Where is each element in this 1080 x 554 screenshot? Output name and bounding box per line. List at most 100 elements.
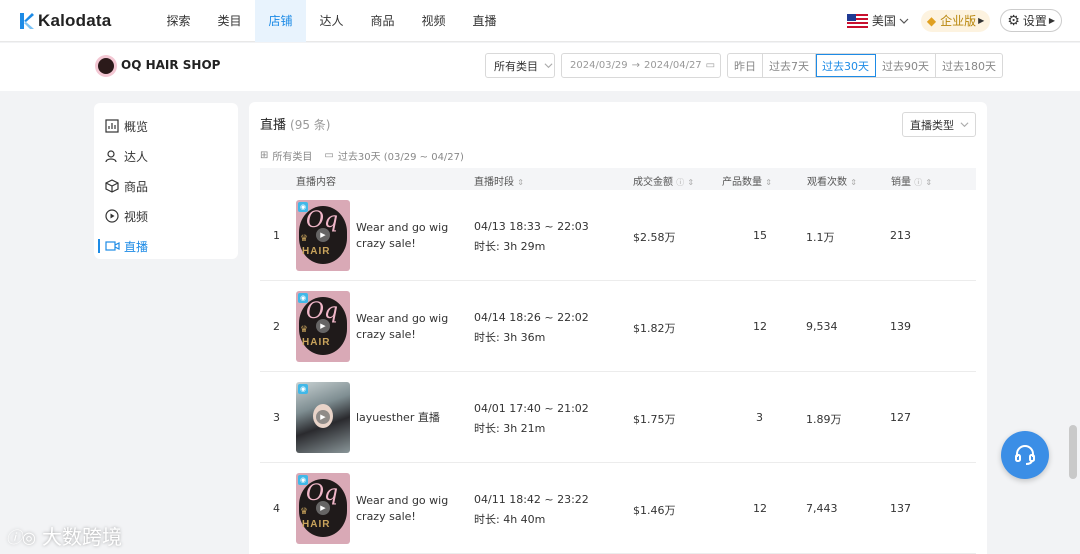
header-time[interactable]: 直播时段 ⇕: [474, 173, 524, 188]
crown-icon: ♛: [300, 507, 309, 517]
sidebar-item-creator[interactable]: 达人: [94, 141, 238, 171]
live-thumbnail[interactable]: ◉ ▶: [296, 382, 350, 453]
enterprise-button[interactable]: ◆ 企业版 ▶: [920, 9, 991, 32]
header-sales[interactable]: 销量 ⓘ ⇕: [891, 173, 932, 188]
table-row[interactable]: 3 ◉ ▶ layuesther 直播 04/01 17:40 ~ 21:02 …: [260, 372, 976, 463]
sidebar-item-label: 达人: [124, 149, 149, 164]
caret-right-icon: ▶: [978, 16, 985, 25]
sales-count: 137: [890, 502, 911, 515]
overview-icon: [104, 118, 120, 134]
filter-category-label: 所有类目: [272, 152, 313, 163]
header-views[interactable]: 观看次数 ⇕: [807, 173, 857, 188]
live-title[interactable]: Wear and go wig crazy sale!: [356, 493, 468, 525]
active-filters: ⊞ 所有类目 ▭ 过去30天 (03/29 ~ 04/27): [260, 148, 476, 163]
view-count: 7,443: [806, 502, 838, 515]
nav-explore[interactable]: 探索: [153, 0, 204, 42]
table-header: 直播内容 直播时段 ⇕ 成交金额 ⓘ ⇕ 产品数量 ⇕ 观看次数 ⇕ 销量 ⓘ …: [260, 168, 976, 190]
video-play-icon: [104, 208, 120, 224]
sidebar-item-label: 商品: [124, 179, 149, 194]
sidebar-item-label: 概览: [124, 119, 149, 134]
live-thumbnail[interactable]: Oq ♛ HAIR ◉ ▶: [296, 200, 350, 271]
page-scrollbar[interactable]: [1069, 425, 1077, 479]
nav-shop[interactable]: 店铺: [255, 0, 306, 42]
table-row[interactable]: 1 Oq ♛ HAIR ◉ ▶ Wear and go wig crazy sale…: [260, 190, 976, 281]
sort-icon: ⇕: [765, 178, 772, 187]
period-yesterday[interactable]: 昨日: [728, 54, 763, 77]
header-revenue[interactable]: 成交金额 ⓘ ⇕: [633, 173, 694, 188]
calendar-icon: ▭: [705, 60, 716, 71]
live-time: 04/01 17:40 ~ 21:02: [474, 402, 589, 415]
live-time: 04/14 18:26 ~ 22:02: [474, 311, 589, 324]
live-type-value: 直播类型: [910, 118, 954, 132]
shop-name: OQ HAIR SHOP: [121, 58, 221, 72]
live-panel: 直播 (95 条) 直播类型 ⊞ 所有类目 ▭ 过去30天 (03/29 ~ 04…: [249, 102, 987, 554]
headset-icon: [1015, 445, 1035, 465]
category-select[interactable]: 所有类目: [485, 53, 555, 78]
chevron-down-icon: [960, 122, 969, 128]
live-title[interactable]: Wear and go wig crazy sale!: [356, 311, 468, 343]
nav-video[interactable]: 视频: [408, 0, 459, 42]
live-badge-icon: ◉: [298, 475, 308, 485]
sidebar-item-video[interactable]: 视频: [94, 201, 238, 231]
nav-product[interactable]: 商品: [357, 0, 408, 42]
live-duration: 时长: 4h 40m: [474, 513, 546, 526]
live-camera-icon: [104, 238, 120, 254]
period-180d[interactable]: 过去180天: [936, 54, 1002, 77]
sort-icon: ⇕: [850, 178, 857, 187]
sales-count: 127: [890, 411, 911, 424]
live-time: 04/11 18:42 ~ 23:22: [474, 493, 589, 506]
creator-icon: [104, 148, 120, 164]
product-count: 3: [756, 411, 763, 424]
chevron-down-icon: [899, 18, 909, 24]
settings-button[interactable]: ⚙ 设置 ▶: [1000, 9, 1062, 32]
region-label: 美国: [871, 14, 896, 28]
live-badge-icon: ◉: [298, 384, 308, 394]
panel-count: (95 条): [290, 118, 331, 132]
play-icon[interactable]: ▶: [316, 410, 330, 424]
region-selector[interactable]: 美国: [846, 12, 909, 29]
live-type-select[interactable]: 直播类型: [902, 112, 976, 137]
date-range-picker[interactable]: 2024/03/29 → 2024/04/27 ▭: [561, 53, 721, 78]
view-count: 1.89万: [806, 413, 842, 426]
row-rank: 1: [273, 229, 280, 242]
live-title[interactable]: Wear and go wig crazy sale!: [356, 220, 468, 252]
sidebar-item-label: 视频: [124, 209, 149, 224]
arrow-right-icon: →: [631, 60, 641, 71]
nav-category[interactable]: 类目: [204, 0, 255, 42]
live-duration: 时长: 3h 36m: [474, 331, 546, 344]
product-count: 15: [753, 229, 767, 242]
table-row[interactable]: 4 Oq ♛ HAIR ◉ ▶ Wear and go wig crazy sale…: [260, 463, 976, 554]
filter-period-label: 过去30天 (03/29 ~ 04/27): [337, 152, 464, 163]
nav-creator[interactable]: 达人: [306, 0, 357, 42]
revenue: $2.58万: [633, 231, 676, 244]
period-90d[interactable]: 过去90天: [876, 54, 936, 77]
live-title[interactable]: layuesther 直播: [356, 410, 468, 426]
header-products[interactable]: 产品数量 ⇕: [722, 173, 772, 188]
revenue: $1.82万: [633, 322, 676, 335]
date-start: 2024/03/29: [570, 60, 628, 71]
table-row[interactable]: 2 Oq ♛ HAIR ◉ ▶ Wear and go wig crazy sale…: [260, 281, 976, 372]
play-icon[interactable]: ▶: [316, 501, 330, 515]
play-icon[interactable]: ▶: [316, 228, 330, 242]
nav-live[interactable]: 直播: [459, 0, 510, 42]
customer-service-button[interactable]: [1001, 431, 1049, 479]
period-toggle-group: 昨日 过去7天 过去30天 过去90天 过去180天: [727, 53, 1003, 78]
calendar-icon: ▭: [324, 150, 334, 161]
top-nav: Kalodata 探索 类目 店铺 达人 商品 视频 直播 美国 ◆ 企业版 ▶: [0, 0, 1080, 42]
live-thumbnail[interactable]: Oq ♛ HAIR ◉ ▶: [296, 473, 350, 544]
sidebar-item-overview[interactable]: 概览: [94, 111, 238, 141]
crown-icon: ♛: [300, 234, 309, 244]
sort-icon: ⇕: [517, 178, 524, 187]
header-content: 直播内容: [296, 177, 336, 188]
product-count: 12: [753, 320, 767, 333]
live-thumbnail[interactable]: Oq ♛ HAIR ◉ ▶: [296, 291, 350, 362]
period-30d[interactable]: 过去30天: [816, 54, 876, 77]
sidebar-item-live[interactable]: 直播: [94, 231, 238, 261]
sales-count: 139: [890, 320, 911, 333]
sidebar-item-product[interactable]: 商品: [94, 171, 238, 201]
brand-logo[interactable]: Kalodata: [20, 11, 153, 31]
info-icon: ⓘ: [914, 178, 923, 187]
period-7d[interactable]: 过去7天: [763, 54, 816, 77]
live-duration: 时长: 3h 29m: [474, 240, 546, 253]
play-icon[interactable]: ▶: [316, 319, 330, 333]
